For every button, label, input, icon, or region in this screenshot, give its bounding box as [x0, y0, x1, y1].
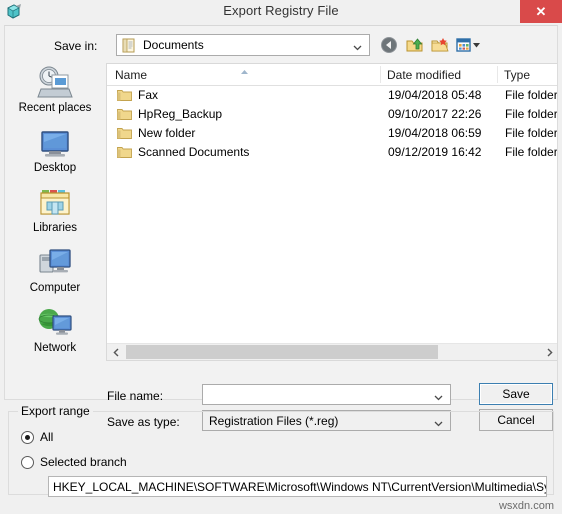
save-button-label: Save	[502, 387, 530, 401]
column-header-name[interactable]: Name	[115, 68, 147, 82]
desktop-icon	[7, 124, 103, 160]
file-browser-frame: Save in: Documents Recent places Desktop…	[4, 25, 558, 431]
place-desktop[interactable]: Desktop	[7, 124, 103, 184]
folder-icon	[117, 107, 132, 121]
branch-path-input[interactable]: HKEY_LOCAL_MACHINE\SOFTWARE\Microsoft\Wi…	[48, 476, 547, 497]
file-type: File folder	[505, 145, 557, 159]
folder-icon	[117, 126, 132, 140]
column-separator	[497, 66, 498, 83]
folder-icon	[117, 145, 132, 159]
export-range-title: Export range	[18, 404, 93, 418]
up-one-level-button[interactable]	[405, 35, 425, 55]
network-icon	[7, 304, 103, 340]
file-date-modified: 19/04/2018 05:48	[388, 88, 482, 102]
chevron-down-icon[interactable]	[434, 391, 443, 401]
views-button[interactable]	[455, 35, 483, 55]
new-folder-button[interactable]	[430, 35, 450, 55]
radio-option-selected-branch[interactable]: Selected branch	[21, 455, 127, 469]
place-label: Recent places	[18, 102, 92, 114]
horizontal-scrollbar[interactable]	[107, 343, 557, 360]
file-date-modified: 09/10/2017 22:26	[388, 107, 482, 121]
radio-option-all[interactable]: All	[21, 430, 53, 444]
scrollbar-thumb[interactable]	[126, 345, 438, 359]
file-date-modified: 19/04/2018 06:59	[388, 126, 482, 140]
place-label: Computer	[29, 282, 81, 294]
place-label: Network	[33, 342, 77, 354]
place-label: Desktop	[33, 162, 77, 174]
column-header-type[interactable]: Type	[504, 68, 530, 82]
recent-places-icon	[7, 64, 103, 100]
place-libraries[interactable]: Libraries	[7, 184, 103, 244]
export-registry-file-dialog: Export Registry File ✕ Save in: Document…	[0, 0, 562, 514]
export-range-group: Export range All Selected branch HKEY_LO…	[8, 404, 554, 497]
file-type: File folder	[505, 126, 557, 140]
radio-selected-branch-label: Selected branch	[40, 455, 127, 469]
scroll-left-icon[interactable]	[107, 344, 124, 360]
save-button[interactable]: Save	[479, 383, 553, 405]
column-header-date-modified[interactable]: Date modified	[387, 68, 461, 82]
file-name-label: File name:	[107, 389, 164, 403]
table-row[interactable]: Fax 19/04/2018 05:48 File folder	[107, 86, 557, 105]
file-name-input[interactable]	[202, 384, 451, 405]
folder-icon	[117, 88, 132, 102]
radio-selected-branch-icon[interactable]	[21, 455, 34, 469]
column-header-row: Name Date modified Type	[107, 64, 557, 86]
radio-all-label: All	[40, 430, 54, 444]
documents-folder-icon	[122, 38, 136, 53]
radio-all-icon[interactable]	[21, 430, 34, 444]
file-type: File folder	[505, 88, 557, 102]
file-name: New folder	[138, 126, 196, 140]
place-computer[interactable]: Computer	[7, 244, 103, 304]
close-icon: ✕	[535, 3, 547, 19]
place-recent-places[interactable]: Recent places	[7, 64, 103, 124]
file-name: HpReg_Backup	[138, 107, 223, 121]
table-row[interactable]: New folder 19/04/2018 06:59 File folder	[107, 124, 557, 143]
save-in-value: Documents	[143, 38, 204, 52]
title-bar: Export Registry File ✕	[0, 0, 562, 24]
close-button[interactable]: ✕	[520, 0, 562, 23]
places-bar: Recent places Desktop Libraries Computer…	[7, 64, 103, 361]
file-name: Scanned Documents	[138, 145, 250, 159]
place-network[interactable]: Network	[7, 304, 103, 364]
back-button[interactable]	[379, 35, 399, 55]
place-label: Libraries	[32, 222, 78, 234]
chevron-down-icon	[353, 41, 362, 51]
libraries-icon	[7, 184, 103, 220]
column-separator	[380, 66, 381, 83]
computer-icon	[7, 244, 103, 280]
file-date-modified: 09/12/2019 16:42	[388, 145, 482, 159]
file-type: File folder	[505, 107, 557, 121]
save-in-label: Save in:	[54, 39, 98, 53]
table-row[interactable]: Scanned Documents 09/12/2019 16:42 File …	[107, 143, 557, 162]
window-title: Export Registry File	[223, 3, 339, 18]
scroll-right-icon[interactable]	[541, 344, 557, 360]
file-list[interactable]: Name Date modified Type Fax 19/04/2018 0…	[106, 63, 557, 361]
table-row[interactable]: HpReg_Backup 09/10/2017 22:26 File folde…	[107, 105, 557, 124]
file-name: Fax	[138, 88, 159, 102]
sort-ascending-icon	[240, 64, 249, 74]
save-in-dropdown[interactable]: Documents	[116, 34, 370, 56]
watermark: wsxdn.com	[498, 500, 554, 512]
save-in-row: Save in: Documents	[5, 34, 557, 60]
